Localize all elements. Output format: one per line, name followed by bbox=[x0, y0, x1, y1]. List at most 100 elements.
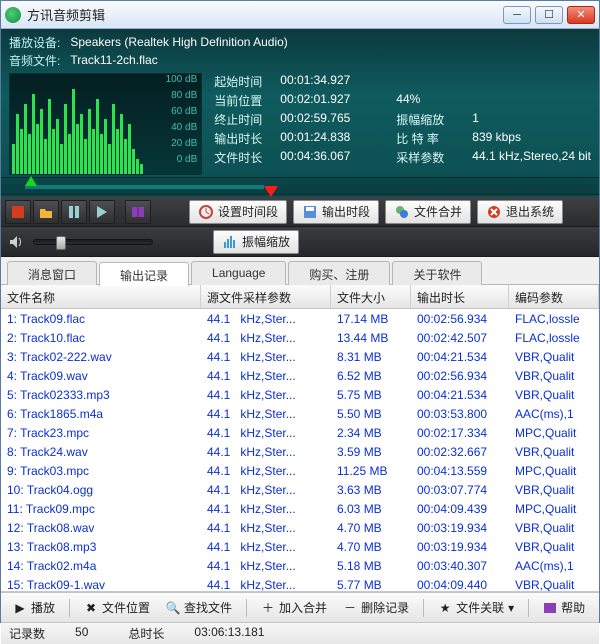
maximize-button[interactable]: ☐ bbox=[535, 6, 563, 24]
tab-output-log[interactable]: 输出记录 bbox=[99, 262, 189, 286]
end-time-value: 00:02:59.765 bbox=[280, 111, 390, 128]
search-icon: 🔍 bbox=[166, 601, 180, 615]
table-row[interactable]: 9: Track03.mpc44.1kHz,Ster...11.25 MB00:… bbox=[1, 461, 599, 480]
file-location-button[interactable]: ✖文件位置 bbox=[78, 597, 156, 618]
audio-file-value: Track11-2ch.flac bbox=[70, 53, 157, 67]
play-icon: ▶ bbox=[13, 601, 27, 615]
play-button[interactable] bbox=[89, 200, 115, 224]
table-row[interactable]: 10: Track04.ogg44.1kHz,Ster...3.63 MB00:… bbox=[1, 480, 599, 499]
delete-record-button[interactable]: －删除记录 bbox=[337, 597, 415, 618]
tab-bar: 消息窗口 输出记录 Language 购买、注册 关于软件 bbox=[1, 257, 599, 285]
minimize-button[interactable]: ─ bbox=[503, 6, 531, 24]
table-row[interactable]: 4: Track09.wav44.1kHz,Ster...6.52 MB00:0… bbox=[1, 366, 599, 385]
slider-thumb[interactable] bbox=[56, 236, 66, 250]
minus-icon: － bbox=[343, 601, 357, 615]
bitrate-label: 比 特 率 bbox=[396, 130, 466, 147]
output-segment-button[interactable]: 输出时段 bbox=[293, 200, 379, 224]
clock-icon bbox=[198, 204, 214, 220]
table-row[interactable]: 14: Track02.m4a44.1kHz,Ster...5.18 MB00:… bbox=[1, 556, 599, 575]
bars-icon bbox=[222, 234, 238, 250]
out-dur-value: 00:01:24.838 bbox=[280, 130, 390, 147]
out-dur-label: 输出时长 bbox=[214, 130, 274, 147]
tab-language[interactable]: Language bbox=[191, 261, 286, 285]
titlebar: 方讯音频剪辑 ─ ☐ ✕ bbox=[1, 1, 599, 29]
start-time-value: 00:01:34.927 bbox=[280, 73, 390, 90]
exit-icon bbox=[486, 204, 502, 220]
amp-scale-value: 1 bbox=[472, 111, 591, 128]
col-filename[interactable]: 文件名称 bbox=[1, 285, 201, 308]
window-title: 方讯音频剪辑 bbox=[27, 5, 503, 24]
exit-button[interactable]: 退出系统 bbox=[477, 200, 563, 224]
end-time-label: 终止时间 bbox=[214, 111, 274, 128]
timeline[interactable] bbox=[1, 177, 599, 195]
total-duration-value: 03:06:13.181 bbox=[194, 625, 264, 642]
plus-icon: ＋ bbox=[261, 601, 275, 615]
volume-slider[interactable] bbox=[33, 239, 153, 245]
amp-scale-button[interactable]: 振幅缩放 bbox=[213, 230, 299, 254]
col-filesize[interactable]: 文件大小 bbox=[331, 285, 411, 308]
current-pos-value: 00:02:01.927 bbox=[280, 92, 390, 109]
volume-toolbar: 振幅缩放 bbox=[1, 227, 599, 257]
star-icon: ★ bbox=[438, 601, 452, 615]
record-count-label: 记录数 bbox=[9, 625, 45, 642]
file-merge-button[interactable]: 文件合并 bbox=[385, 200, 471, 224]
info-panel: 播放设备: Speakers (Realtek High Definition … bbox=[1, 29, 599, 197]
app-icon bbox=[5, 7, 21, 23]
timeline-track bbox=[25, 185, 264, 189]
table-row[interactable]: 5: Track02333.mp344.1kHz,Ster...5.75 MB0… bbox=[1, 385, 599, 404]
open-button[interactable] bbox=[33, 200, 59, 224]
volume-icon[interactable] bbox=[5, 231, 27, 253]
stop-button[interactable] bbox=[5, 200, 31, 224]
record-count-value: 50 bbox=[75, 625, 88, 642]
start-time-label: 起始时间 bbox=[214, 73, 274, 90]
table-row[interactable]: 3: Track02-222.wav44.1kHz,Ster...8.31 MB… bbox=[1, 347, 599, 366]
find-file-button[interactable]: 🔍查找文件 bbox=[160, 597, 238, 618]
total-duration-label: 总时长 bbox=[128, 625, 164, 642]
cross-icon: ✖ bbox=[84, 601, 98, 615]
sample-label: 采样参数 bbox=[396, 149, 466, 166]
tab-messages[interactable]: 消息窗口 bbox=[7, 261, 97, 285]
bitrate-value: 839 kbps bbox=[472, 130, 591, 147]
current-pos-label: 当前位置 bbox=[214, 92, 274, 109]
table-row[interactable]: 13: Track08.mp344.1kHz,Ster...4.70 MB00:… bbox=[1, 537, 599, 556]
col-encoding[interactable]: 编码参数 bbox=[509, 285, 599, 308]
table-row[interactable]: 1: Track09.flac44.1kHz,Ster...17.14 MB00… bbox=[1, 309, 599, 328]
table-header: 文件名称 源文件采样参数 文件大小 输出时长 编码参数 bbox=[1, 285, 599, 309]
tab-about[interactable]: 关于软件 bbox=[392, 261, 482, 285]
output-table[interactable]: 1: Track09.flac44.1kHz,Ster...17.14 MB00… bbox=[1, 309, 599, 591]
sample-value: 44.1 kHz,Stereo,24 bit bbox=[472, 149, 591, 166]
waveform-icon bbox=[10, 74, 170, 174]
file-len-value: 00:04:36.067 bbox=[280, 149, 390, 166]
table-row[interactable]: 8: Track24.wav44.1kHz,Ster...3.59 MB00:0… bbox=[1, 442, 599, 461]
pause-button[interactable] bbox=[61, 200, 87, 224]
amp-scale-label: 振幅缩放 bbox=[396, 111, 466, 128]
end-marker-icon[interactable] bbox=[264, 186, 278, 197]
play-device-label: 播放设备: bbox=[9, 34, 60, 51]
col-duration[interactable]: 输出时长 bbox=[411, 285, 509, 308]
play-record-button[interactable]: ▶播放 bbox=[7, 597, 61, 618]
table-row[interactable]: 11: Track09.mpc44.1kHz,Ster...6.03 MB00:… bbox=[1, 499, 599, 518]
status-bar: 记录数 50 总时长 03:06:13.181 bbox=[1, 622, 599, 644]
book-button[interactable] bbox=[125, 200, 151, 224]
waveform-meter: 100 dB 80 dB 60 dB 40 dB 20 dB 0 dB bbox=[9, 73, 202, 175]
add-merge-button[interactable]: ＋加入合并 bbox=[255, 597, 333, 618]
table-row[interactable]: 2: Track10.flac44.1kHz,Ster...13.44 MB00… bbox=[1, 328, 599, 347]
table-row[interactable]: 7: Track23.mpc44.1kHz,Ster...2.34 MB00:0… bbox=[1, 423, 599, 442]
close-button[interactable]: ✕ bbox=[567, 6, 595, 24]
table-row[interactable]: 6: Track1865.m4a44.1kHz,Ster...5.50 MB00… bbox=[1, 404, 599, 423]
book-icon bbox=[543, 601, 557, 615]
merge-icon bbox=[394, 204, 410, 220]
table-row[interactable]: 15: Track09-1.wav44.1kHz,Ster...5.77 MB0… bbox=[1, 575, 599, 591]
bottom-toolbar: ▶播放 ✖文件位置 🔍查找文件 ＋加入合并 －删除记录 ★文件关联▾ 帮助 bbox=[1, 592, 599, 622]
percent-value: 44% bbox=[396, 92, 466, 109]
set-timespan-button[interactable]: 设置时间段 bbox=[189, 200, 287, 224]
file-assoc-button[interactable]: ★文件关联▾ bbox=[432, 597, 520, 618]
file-len-label: 文件时长 bbox=[214, 149, 274, 166]
start-marker-icon[interactable] bbox=[25, 176, 37, 186]
save-icon bbox=[302, 204, 318, 220]
tab-purchase[interactable]: 购买、注册 bbox=[288, 261, 390, 285]
chevron-down-icon: ▾ bbox=[508, 601, 514, 615]
help-button[interactable]: 帮助 bbox=[537, 597, 591, 618]
table-row[interactable]: 12: Track08.wav44.1kHz,Ster...4.70 MB00:… bbox=[1, 518, 599, 537]
col-source-params[interactable]: 源文件采样参数 bbox=[201, 285, 331, 308]
